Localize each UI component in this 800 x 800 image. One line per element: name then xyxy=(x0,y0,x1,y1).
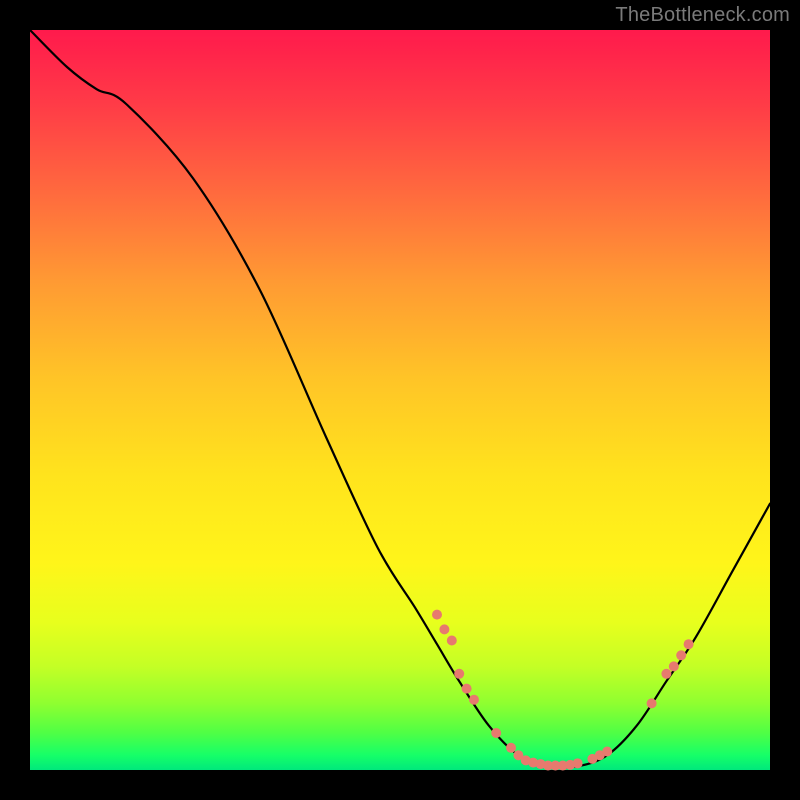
chart-plot-area xyxy=(30,30,770,770)
data-marker xyxy=(684,639,694,649)
data-marker xyxy=(462,684,472,694)
data-marker xyxy=(676,650,686,660)
data-marker xyxy=(469,695,479,705)
data-marker xyxy=(491,728,501,738)
data-marker xyxy=(432,610,442,620)
data-marker xyxy=(454,669,464,679)
attribution-text: TheBottleneck.com xyxy=(615,4,790,27)
data-marker xyxy=(669,661,679,671)
bottleneck-curve xyxy=(30,30,770,768)
data-marker xyxy=(647,698,657,708)
data-markers xyxy=(432,610,694,771)
data-marker xyxy=(439,624,449,634)
data-marker xyxy=(573,758,583,768)
data-marker xyxy=(506,743,516,753)
chart-overlay xyxy=(30,30,770,770)
data-marker xyxy=(447,636,457,646)
data-marker xyxy=(602,747,612,757)
data-marker xyxy=(661,669,671,679)
